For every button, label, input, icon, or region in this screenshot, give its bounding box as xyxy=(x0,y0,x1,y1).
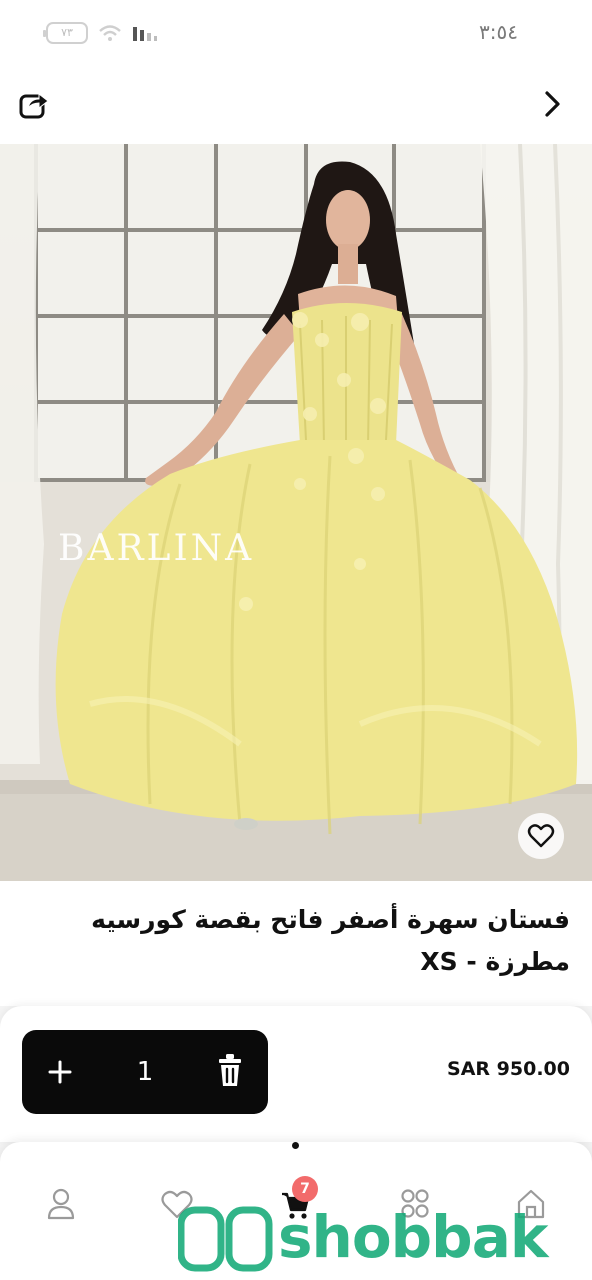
product-price: SAR 950.00 xyxy=(447,1058,570,1080)
quantity-stepper: 1 xyxy=(22,1030,268,1114)
share-icon[interactable] xyxy=(18,88,50,120)
quantity-value: 1 xyxy=(136,1057,154,1087)
battery-icon: ٧٣ xyxy=(43,22,88,44)
top-bar xyxy=(0,68,592,144)
user-icon[interactable] xyxy=(44,1186,78,1222)
cart-badge: 7 xyxy=(292,1176,318,1202)
plus-icon[interactable] xyxy=(44,1054,76,1090)
product-screen: ٧٣ ٣:٥٤ BARLINA فستان سهرة أصفر فاتح بقص… xyxy=(0,0,592,1280)
purchase-panel: 1 SAR 950.00 xyxy=(0,1006,592,1142)
shobbak-logo-icon xyxy=(178,1206,273,1272)
shobbak-watermark: shobbak xyxy=(178,1202,582,1276)
status-time: ٣:٥٤ xyxy=(479,20,518,44)
image-watermark: BARLINA xyxy=(58,528,255,569)
favorite-button[interactable] xyxy=(518,813,564,859)
nav-indicator xyxy=(292,1142,299,1149)
status-bar: ٧٣ ٣:٥٤ xyxy=(0,0,592,68)
product-image[interactable]: BARLINA xyxy=(0,144,592,881)
shobbak-wordmark: shobbak xyxy=(278,1203,548,1271)
signal-icon xyxy=(133,27,157,41)
wifi-icon xyxy=(99,25,121,41)
heart-icon xyxy=(527,824,555,848)
status-icons: ٧٣ xyxy=(43,22,158,44)
product-title: فستان سهرة أصفر فاتح بقصة كورسيه مطرزة -… xyxy=(91,905,570,976)
product-photo xyxy=(0,144,592,881)
product-info: فستان سهرة أصفر فاتح بقصة كورسيه مطرزة -… xyxy=(0,881,592,1006)
chevron-right-icon[interactable] xyxy=(538,88,566,120)
trash-icon[interactable] xyxy=(214,1052,246,1090)
